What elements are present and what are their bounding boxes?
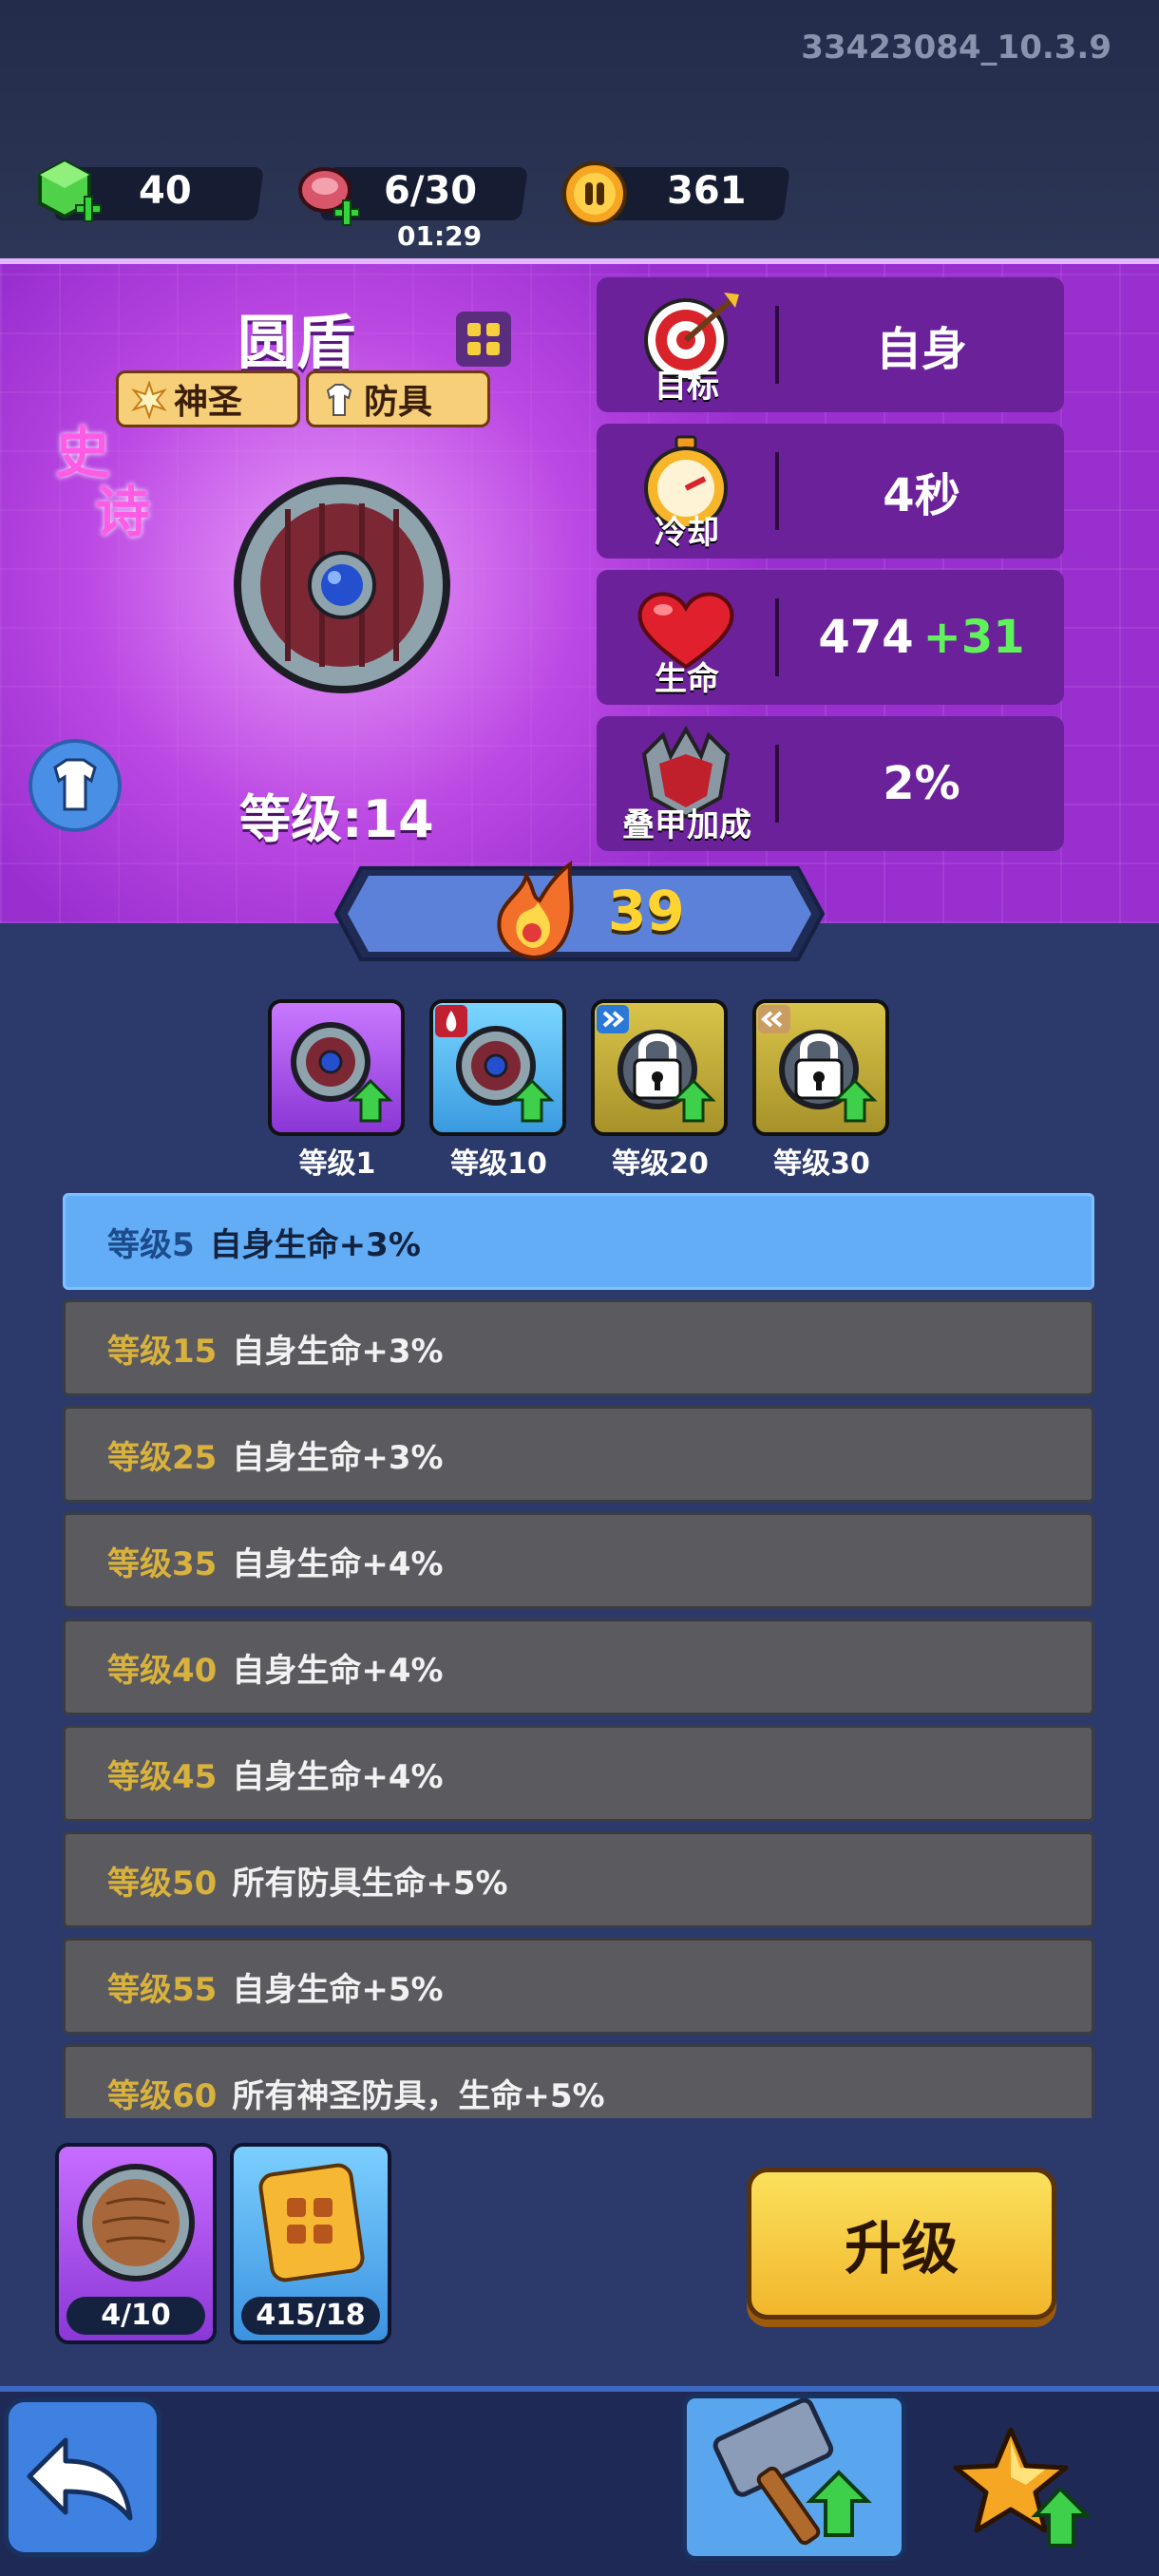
skill-slot-10[interactable] (429, 999, 566, 1136)
holy-sun-icon (131, 381, 167, 419)
item-name: 圆盾 (238, 308, 356, 377)
stat-label: 冷却 (655, 514, 719, 552)
material-count: 4/10 (66, 2297, 205, 2335)
meat-timer: 01:29 (397, 220, 483, 252)
meat-plus-icon[interactable] (291, 158, 367, 234)
bonus-desc: 自身生命+3% (232, 1438, 444, 1477)
level-bonus-row: 等级45 自身生命+4% (63, 1725, 1094, 1822)
skill-slot-1[interactable] (268, 999, 405, 1136)
stat-value-text: 474 (818, 611, 914, 664)
level-bonus-row: 等级40 自身生命+4% (63, 1619, 1094, 1715)
shield-upgrade-icon (435, 1005, 555, 1123)
bonus-level: 等级40 (107, 1651, 218, 1690)
build-version: 33423084_10.3.9 (801, 28, 1112, 66)
bonus-level: 等级50 (107, 1864, 218, 1903)
skill-slot-30[interactable] (752, 999, 889, 1136)
material-count: 415/18 (241, 2297, 380, 2335)
stat-value: 4秒 (779, 424, 1064, 559)
level-bonus-row: 等级25 自身生命+3% (63, 1406, 1094, 1503)
equipment-toggle-button[interactable] (28, 739, 122, 832)
item-level: 等级:14 (239, 789, 434, 849)
level-bonus-row: 等级60 所有神圣防具，生命+5% (63, 2044, 1094, 2118)
stat-label: 生命 (655, 660, 719, 698)
upgrade-button[interactable]: 升级 (747, 2168, 1056, 2320)
scroll-icon (258, 2163, 365, 2282)
stat-label: 目标 (655, 368, 719, 406)
level-bonus-row: 等级15 自身生命+3% (63, 1299, 1094, 1396)
stat-value: 自身 (779, 277, 1064, 412)
bonus-level: 等级35 (107, 1544, 218, 1583)
flame-icon (497, 860, 574, 960)
bonus-level: 等级45 (107, 1757, 218, 1796)
bonus-level: 等级15 (107, 1332, 218, 1371)
skill-level-label: 等级20 (612, 1147, 709, 1181)
gem-count: 40 (139, 169, 192, 213)
armor-shirt-icon (326, 384, 352, 416)
shirt-icon (53, 758, 97, 811)
tag-label: 神圣 (174, 383, 243, 422)
coin-count: 361 (667, 169, 747, 213)
bonus-desc: 自身生命+4% (232, 1651, 444, 1690)
star-upgrade-icon[interactable] (950, 2422, 1092, 2555)
item-hero-panel: 圆盾 神圣 防具 史 诗 等级:14 目标 自身 冷却 4秒 生命 474 +3… (0, 258, 1159, 923)
gem-plus-icon[interactable] (28, 156, 104, 232)
stat-value: 2% (779, 716, 1064, 851)
bonus-desc: 自身生命+3% (209, 1225, 421, 1264)
material-scroll[interactable]: 415/18 (230, 2143, 391, 2344)
lock-icon (758, 1005, 878, 1123)
back-button[interactable] (4, 2397, 162, 2557)
tag-holy: 神圣 (116, 370, 300, 427)
bonus-level: 等级55 (107, 1970, 218, 2009)
rarity-label-2: 诗 (95, 480, 151, 544)
coin-icon (562, 161, 627, 226)
bonus-desc: 所有防具生命+5% (232, 1864, 508, 1903)
stat-armor-stack: 叠甲加成 2% (597, 716, 1064, 851)
shield-upgrade-icon (291, 1022, 393, 1123)
material-shield[interactable]: 4/10 (55, 2143, 217, 2344)
stat-cooldown: 冷却 4秒 (597, 424, 1064, 559)
bonus-level: 等级25 (107, 1438, 218, 1477)
stat-target: 目标 自身 (597, 277, 1064, 412)
bonus-level: 等级60 (107, 2076, 218, 2115)
level-bonus-row: 等级50 所有防具生命+5% (63, 1831, 1094, 1928)
wooden-shield-icon (77, 2164, 195, 2282)
bonus-desc: 自身生命+4% (232, 1544, 444, 1583)
bonus-desc: 所有神圣防具，生命+5% (232, 2076, 605, 2115)
bonus-desc: 自身生命+3% (232, 1332, 444, 1371)
skill-level-label: 等级30 (773, 1147, 870, 1181)
grid-icon[interactable] (456, 312, 511, 367)
hammer-upgrade-icon (712, 2397, 872, 2546)
level-bonus-row: 等级5 自身生命+3% (63, 1193, 1094, 1290)
stat-value-text: 4秒 (883, 469, 960, 522)
lock-icon (597, 1005, 716, 1123)
bonus-level: 等级5 (107, 1225, 195, 1264)
stat-value-text: 自身 (875, 323, 967, 376)
stat-label: 叠甲加成 (622, 806, 751, 844)
stat-health: 生命 474 +31 (597, 570, 1064, 705)
bonus-desc: 自身生命+4% (232, 1757, 444, 1796)
forge-button[interactable] (682, 2394, 906, 2561)
level-bonus-list[interactable]: 等级5 自身生命+3% 等级15 自身生命+3% 等级25 自身生命+3% 等级… (0, 1178, 1159, 2118)
round-shield-icon (234, 477, 450, 693)
back-arrow-icon (27, 2437, 133, 2521)
meat-count: 6/30 (384, 169, 478, 213)
stat-value-text: 2% (883, 757, 960, 810)
bonus-desc: 自身生命+5% (232, 1970, 444, 2009)
power-banner (333, 866, 826, 961)
tag-armor: 防具 (306, 370, 490, 427)
power-value: 39 (608, 879, 685, 943)
stat-bonus: +31 (922, 611, 1025, 664)
level-bonus-row: 等级35 自身生命+4% (63, 1512, 1094, 1609)
stat-value: 474 +31 (779, 570, 1064, 705)
skill-slot-20[interactable] (591, 999, 728, 1136)
skill-level-label: 等级1 (298, 1147, 376, 1181)
skill-level-label: 等级10 (450, 1147, 547, 1181)
tag-label: 防具 (364, 383, 433, 422)
rarity-label: 史 (55, 421, 111, 485)
level-bonus-row: 等级55 自身生命+5% (63, 1938, 1094, 2035)
